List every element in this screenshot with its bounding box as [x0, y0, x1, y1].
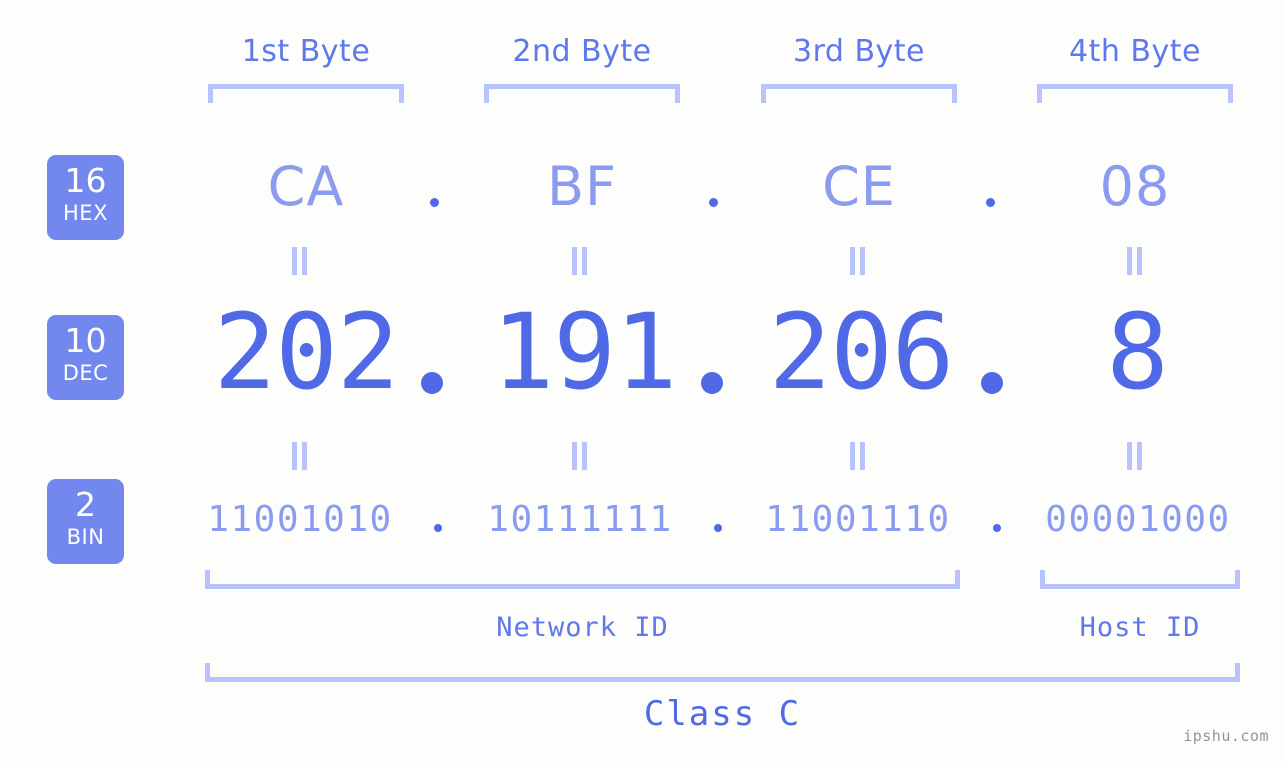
- bin-separator-dot-3: [993, 524, 1001, 532]
- equals-icon-dec-bin-4: [1127, 442, 1144, 470]
- equals-icon-dec-bin-3: [850, 442, 867, 470]
- bin-value-3: 11001110: [765, 499, 951, 540]
- radix-badge-dec: 10 DEC: [47, 315, 124, 400]
- host-id-bracket: [1040, 570, 1240, 589]
- equals-icon-hex-dec-1: [292, 247, 309, 275]
- bin-separator-dot-2: [714, 524, 722, 532]
- equals-icon-dec-bin-1: [292, 442, 309, 470]
- radix-badge-hex: 16 HEX: [47, 155, 124, 240]
- byte-bracket-3: [761, 84, 957, 103]
- dec-separator-dot-3: [981, 372, 1003, 394]
- radix-badge-dec-number: 10: [64, 321, 107, 360]
- site-watermark: ipshu.com: [1183, 727, 1269, 745]
- dec-value-4: 8: [1106, 291, 1169, 413]
- network-id-label: Network ID: [496, 612, 669, 643]
- ip-breakdown-diagram: 1st Byte 2nd Byte 3rd Byte 4th Byte 16 H…: [0, 0, 1285, 767]
- bin-value-4: 00001000: [1045, 499, 1231, 540]
- hex-value-2: BF: [546, 155, 618, 218]
- byte-header-2: 2nd Byte: [512, 34, 652, 69]
- byte-bracket-4: [1037, 84, 1233, 103]
- bin-value-1: 11001010: [207, 499, 393, 540]
- hex-separator-dot-2: [709, 198, 718, 207]
- byte-bracket-1: [208, 84, 404, 103]
- radix-badge-hex-number: 16: [64, 161, 107, 200]
- hex-separator-dot-1: [430, 198, 439, 207]
- hex-value-4: 08: [1099, 155, 1171, 218]
- network-id-bracket: [205, 570, 960, 589]
- radix-badge-bin-number: 2: [75, 485, 96, 524]
- dec-separator-dot-1: [421, 372, 443, 394]
- hex-value-3: CE: [822, 155, 896, 218]
- radix-badge-hex-unit: HEX: [63, 201, 108, 225]
- dec-value-1: 202: [213, 291, 400, 413]
- byte-header-3: 3rd Byte: [792, 34, 926, 69]
- dec-value-2: 191: [491, 291, 678, 413]
- dec-separator-dot-2: [701, 372, 723, 394]
- radix-badge-dec-unit: DEC: [62, 361, 109, 385]
- hex-value-1: CA: [267, 155, 345, 218]
- bin-separator-dot-1: [434, 524, 442, 532]
- dec-value-3: 206: [768, 291, 955, 413]
- byte-header-1: 1st Byte: [241, 34, 371, 69]
- hex-separator-dot-3: [986, 198, 995, 207]
- byte-bracket-2: [484, 84, 680, 103]
- address-class-bracket: [205, 663, 1240, 682]
- host-id-label: Host ID: [1079, 612, 1201, 643]
- equals-icon-dec-bin-2: [572, 442, 589, 470]
- address-class-label: Class C: [643, 694, 802, 734]
- byte-header-4: 4th Byte: [1069, 34, 1201, 69]
- bin-value-2: 10111111: [487, 499, 673, 540]
- radix-badge-bin: 2 BIN: [47, 479, 124, 564]
- equals-icon-hex-dec-4: [1127, 247, 1144, 275]
- radix-badge-bin-unit: BIN: [66, 525, 105, 549]
- equals-icon-hex-dec-3: [850, 247, 867, 275]
- equals-icon-hex-dec-2: [572, 247, 589, 275]
